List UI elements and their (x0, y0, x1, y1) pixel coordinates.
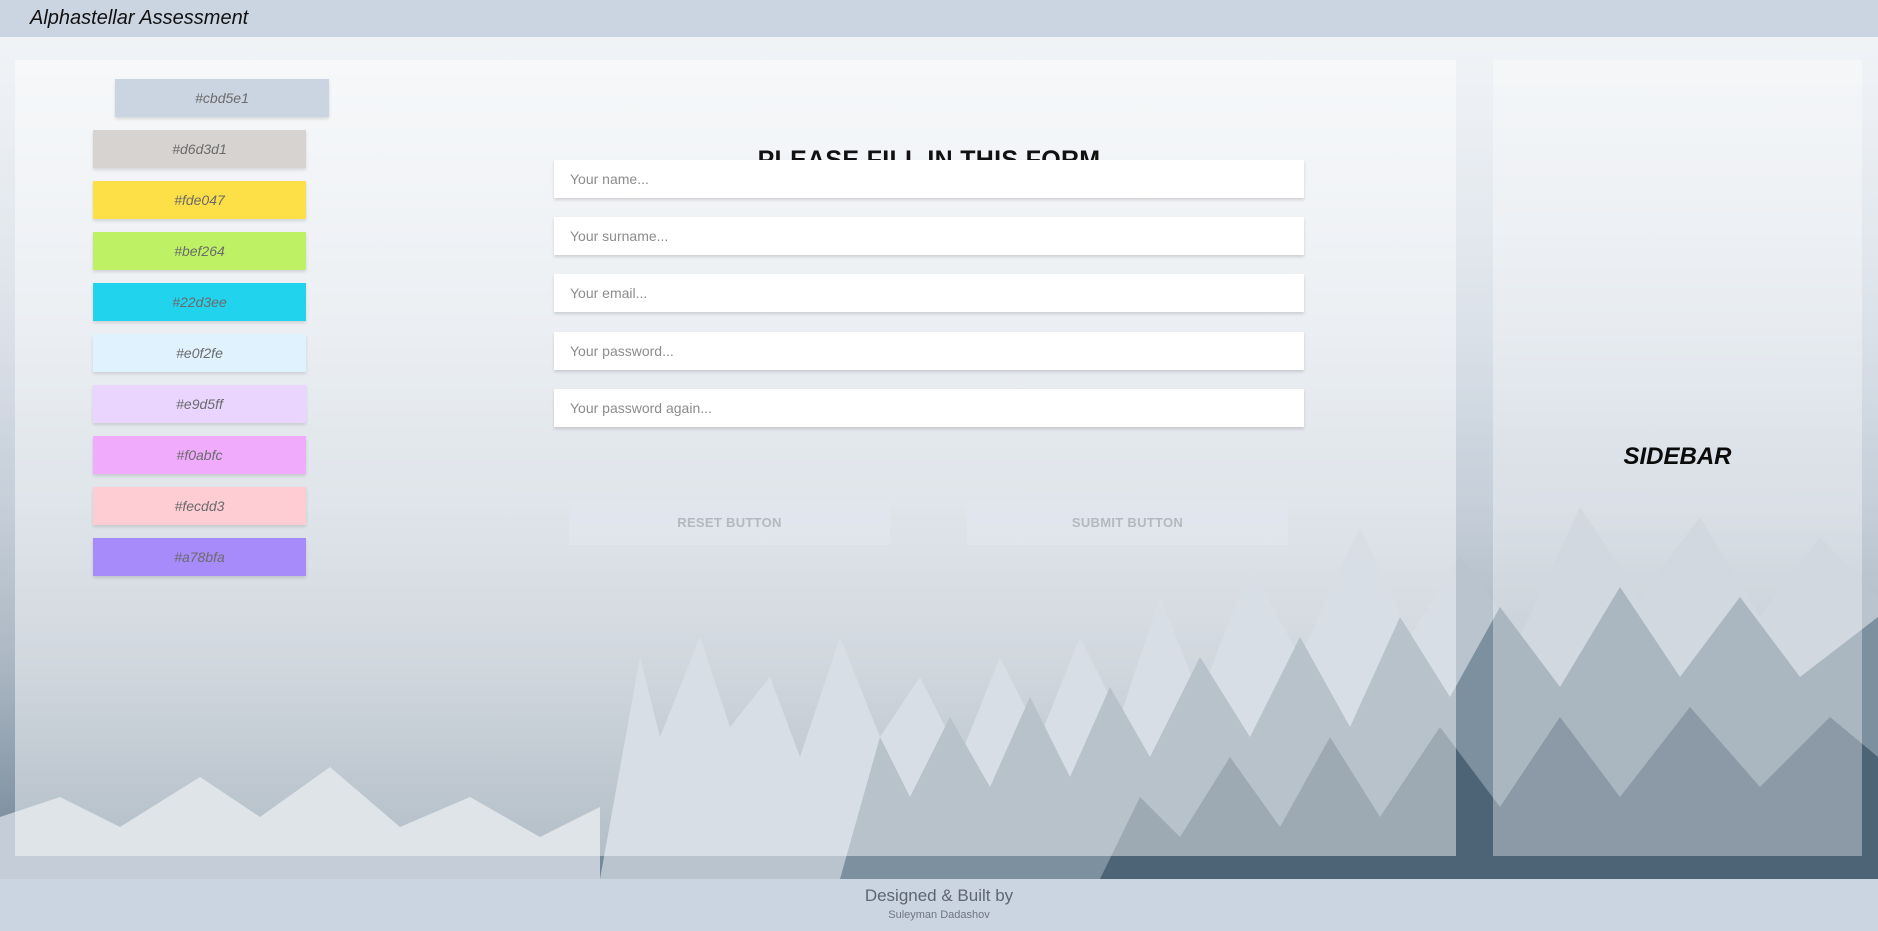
email-input[interactable] (554, 274, 1304, 312)
surname-input[interactable] (554, 217, 1304, 255)
submit-button[interactable]: SUBMIT BUTTON (967, 500, 1288, 545)
color-swatch[interactable]: #d6d3d1 (93, 130, 306, 168)
sidebar: SIDEBAR (1493, 60, 1862, 856)
color-swatch[interactable]: #cbd5e1 (115, 79, 329, 117)
name-input[interactable] (554, 160, 1304, 198)
main-panel: #cbd5e1 #d6d3d1 #fde047 #bef264 #22d3ee #e0f2… (15, 60, 1456, 856)
sidebar-title: SIDEBAR (1623, 443, 1732, 470)
app-header: Alphastellar Assessment (0, 0, 1878, 37)
background-scene: #cbd5e1 #d6d3d1 #fde047 #bef264 #22d3ee #e0f2… (0, 37, 1878, 879)
footer-credit: Designed & Built by (864, 886, 1014, 905)
footer: Designed & Built by Suleyman Dadashov (0, 879, 1878, 931)
color-swatch[interactable]: #fecdd3 (93, 487, 306, 525)
color-swatch[interactable]: #22d3ee (93, 283, 306, 321)
color-swatch[interactable]: #e0f2fe (93, 334, 306, 372)
color-swatch[interactable]: #f0abfc (93, 436, 306, 474)
reset-button[interactable]: RESET BUTTON (569, 500, 890, 545)
app-title: Alphastellar Assessment (30, 7, 249, 29)
color-swatch[interactable]: #bef264 (93, 232, 306, 270)
password-input[interactable] (554, 332, 1304, 370)
color-swatch[interactable]: #e9d5ff (93, 385, 306, 423)
color-swatch[interactable]: #fde047 (93, 181, 306, 219)
color-swatch[interactable]: #a78bfa (93, 538, 306, 576)
password-again-input[interactable] (554, 389, 1304, 427)
footer-author: Suleyman Dadashov (888, 909, 990, 921)
